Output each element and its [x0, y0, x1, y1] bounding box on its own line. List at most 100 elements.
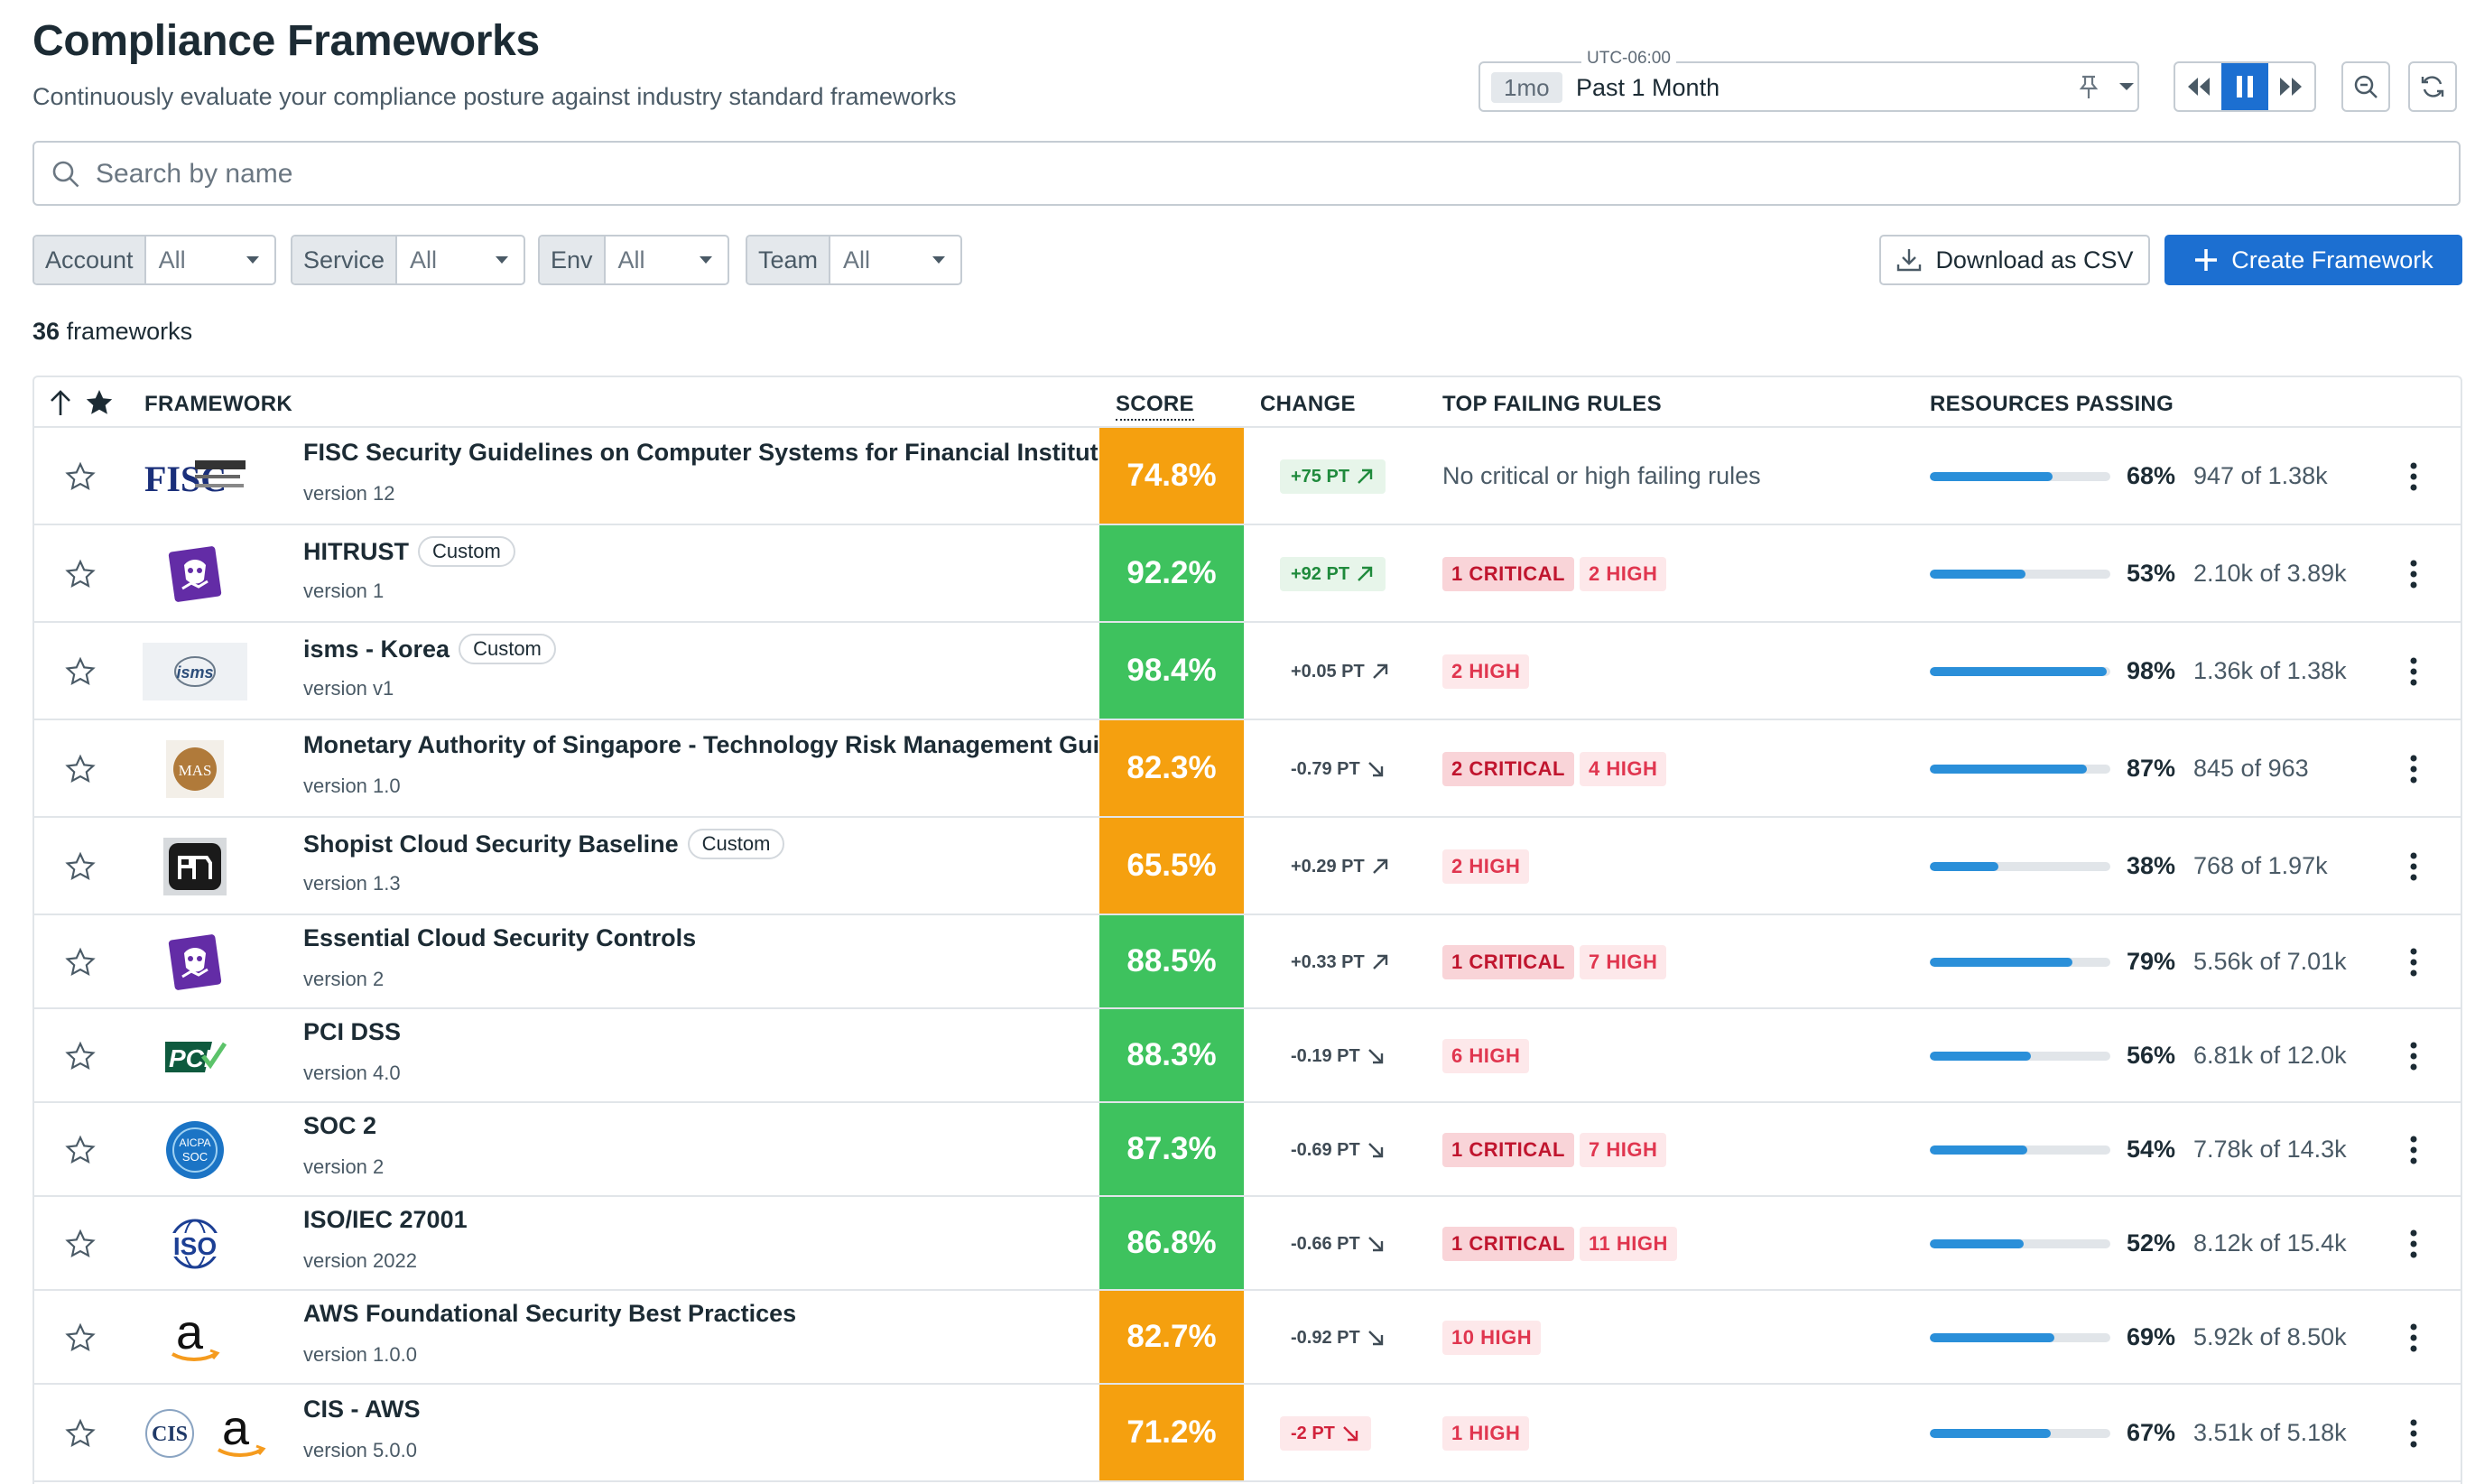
- more-options-icon[interactable]: [2408, 946, 2419, 979]
- high-badge[interactable]: 1 HIGH: [1442, 1416, 1530, 1451]
- mas-logo: MAS: [143, 737, 247, 801]
- high-badge[interactable]: 6 HIGH: [1442, 1039, 1530, 1073]
- critical-badge[interactable]: 1 CRITICAL: [1442, 1133, 1574, 1167]
- more-options-icon[interactable]: [2408, 558, 2419, 590]
- framework-name[interactable]: Monetary Authority of Singapore - Techno…: [303, 731, 1113, 759]
- more-options-icon[interactable]: [2408, 655, 2419, 688]
- filter-value[interactable]: All: [606, 237, 728, 283]
- more-options-icon[interactable]: [2408, 850, 2419, 883]
- high-badge[interactable]: 10 HIGH: [1442, 1321, 1542, 1355]
- resources-percent: 68%: [2127, 462, 2176, 489]
- star-outline-icon[interactable]: [65, 1229, 96, 1259]
- filter-team[interactable]: Team All: [746, 235, 962, 285]
- high-badge[interactable]: 2 HIGH: [1580, 557, 1667, 591]
- star-outline-icon[interactable]: [65, 947, 96, 978]
- zoom-out-button[interactable]: [2341, 61, 2390, 112]
- framework-name[interactable]: PCI DSS: [303, 1018, 401, 1046]
- star-outline-icon[interactable]: [65, 754, 96, 784]
- framework-name[interactable]: ISO/IEC 27001: [303, 1206, 468, 1234]
- change-value: -0.19 PT: [1291, 1045, 1360, 1066]
- framework-name[interactable]: Shopist Cloud Security Baseline Custom: [303, 829, 785, 859]
- table-row[interactable]: isms isms - Korea Custom version v1 98.4%…: [34, 623, 2461, 720]
- score-cell: 92.2%: [1099, 525, 1244, 621]
- filter-account[interactable]: Account All: [32, 235, 276, 285]
- framework-name[interactable]: AWS Foundational Security Best Practices: [303, 1300, 796, 1328]
- high-badge[interactable]: 2 HIGH: [1442, 849, 1530, 884]
- filter-value-text: All: [617, 246, 645, 274]
- chevron-down-icon[interactable]: [2116, 76, 2137, 97]
- search-input[interactable]: [96, 152, 2424, 197]
- time-range-picker[interactable]: 1mo Past 1 Month: [1479, 61, 2139, 112]
- framework-name[interactable]: SOC 2: [303, 1112, 376, 1140]
- resources-count: 8.12k of 15.4k: [2193, 1229, 2347, 1257]
- table-row[interactable]: MAS Monetary Authority of Singapore - Te…: [34, 720, 2461, 818]
- star-filled-icon[interactable]: [85, 388, 114, 417]
- framework-version: version v1: [303, 677, 394, 700]
- framework-name[interactable]: FISC Security Guidelines on Computer Sys…: [303, 439, 1120, 467]
- pin-icon[interactable]: [2076, 74, 2101, 101]
- download-csv-button[interactable]: Download as CSV: [1879, 235, 2150, 285]
- table-row[interactable]: ISO ISO/IEC 27001 version 2022 86.8% -0.…: [34, 1197, 2461, 1291]
- table-row[interactable]: AICPA SOC SOC 2 version 2 87.3% -0.69 PT …: [34, 1103, 2461, 1197]
- fast-forward-button[interactable]: [2268, 63, 2314, 110]
- sort-arrow-up-icon[interactable]: [47, 388, 74, 417]
- column-framework[interactable]: FRAMEWORK: [144, 392, 292, 417]
- star-outline-icon[interactable]: [65, 1135, 96, 1165]
- table-row[interactable]: Essential Cloud Security Controls versio…: [34, 915, 2461, 1009]
- star-outline-icon[interactable]: [65, 461, 96, 492]
- more-options-icon[interactable]: [2408, 1417, 2419, 1450]
- table-row[interactable]: a AWS Foundational Security Best Practic…: [34, 1291, 2461, 1385]
- cis-aws-logo: CIS a: [143, 1402, 278, 1465]
- table-row[interactable]: FISC FISC Security Guidelines on Compute…: [34, 428, 2461, 525]
- table-row[interactable]: PCI PCI DSS version 4.0 88.3% -0.19 PT 6…: [34, 1009, 2461, 1103]
- resources-progress-fill: [1930, 1052, 2031, 1061]
- high-badge[interactable]: 7 HIGH: [1580, 945, 1667, 979]
- column-score[interactable]: SCORE: [1116, 392, 1194, 421]
- column-top-failing-rules[interactable]: TOP FAILING RULES: [1442, 392, 1662, 417]
- critical-badge[interactable]: 2 CRITICAL: [1442, 752, 1574, 786]
- more-options-icon[interactable]: [2408, 1228, 2419, 1260]
- high-badge[interactable]: 7 HIGH: [1580, 1133, 1667, 1167]
- filter-value[interactable]: All: [397, 237, 524, 283]
- star-outline-icon[interactable]: [65, 1041, 96, 1071]
- trend-down-icon: [1367, 1143, 1383, 1158]
- datadog-logo: [143, 931, 247, 994]
- star-outline-icon[interactable]: [65, 559, 96, 589]
- more-options-icon[interactable]: [2408, 1040, 2419, 1072]
- table-row[interactable]: Shopist Cloud Security Baseline Custom ve…: [34, 818, 2461, 915]
- star-outline-icon[interactable]: [65, 656, 96, 687]
- rewind-button[interactable]: [2175, 63, 2221, 110]
- column-resources-passing[interactable]: RESOURCES PASSING: [1930, 392, 2174, 417]
- framework-name[interactable]: HITRUST Custom: [303, 536, 515, 567]
- table-row[interactable]: CIS a CIS - AWS version 5.0.0 71.2% -2 PT…: [34, 1385, 2461, 1482]
- filter-label: Service: [292, 237, 398, 283]
- critical-badge[interactable]: 1 CRITICAL: [1442, 1227, 1574, 1261]
- filter-env[interactable]: Env All: [538, 235, 729, 285]
- refresh-button[interactable]: [2408, 61, 2457, 112]
- high-badge[interactable]: 4 HIGH: [1580, 752, 1667, 786]
- more-options-icon[interactable]: [2408, 1322, 2419, 1354]
- resources-count: 6.81k of 12.0k: [2193, 1042, 2347, 1069]
- framework-name[interactable]: isms - Korea Custom: [303, 634, 556, 664]
- filter-service[interactable]: Service All: [291, 235, 525, 285]
- framework-name-text: HITRUST: [303, 537, 409, 565]
- pause-button[interactable]: [2221, 63, 2268, 110]
- resources-progress-bar: [1930, 1145, 2110, 1155]
- critical-badge[interactable]: 1 CRITICAL: [1442, 557, 1574, 591]
- filter-value[interactable]: All: [830, 237, 960, 283]
- star-outline-icon[interactable]: [65, 1418, 96, 1449]
- table-row[interactable]: HITRUST Custom version 1 92.2% +92 PT 1 C…: [34, 525, 2461, 623]
- more-options-icon[interactable]: [2408, 753, 2419, 785]
- more-options-icon[interactable]: [2408, 460, 2419, 493]
- more-options-icon[interactable]: [2408, 1134, 2419, 1166]
- column-change[interactable]: CHANGE: [1260, 392, 1356, 417]
- framework-name[interactable]: Essential Cloud Security Controls: [303, 924, 696, 952]
- framework-name[interactable]: CIS - AWS: [303, 1396, 421, 1424]
- star-outline-icon[interactable]: [65, 1322, 96, 1353]
- create-framework-button[interactable]: Create Framework: [2164, 235, 2462, 285]
- high-badge[interactable]: 2 HIGH: [1442, 654, 1530, 689]
- high-badge[interactable]: 11 HIGH: [1580, 1227, 1677, 1261]
- star-outline-icon[interactable]: [65, 851, 96, 882]
- critical-badge[interactable]: 1 CRITICAL: [1442, 945, 1574, 979]
- filter-value[interactable]: All: [146, 237, 274, 283]
